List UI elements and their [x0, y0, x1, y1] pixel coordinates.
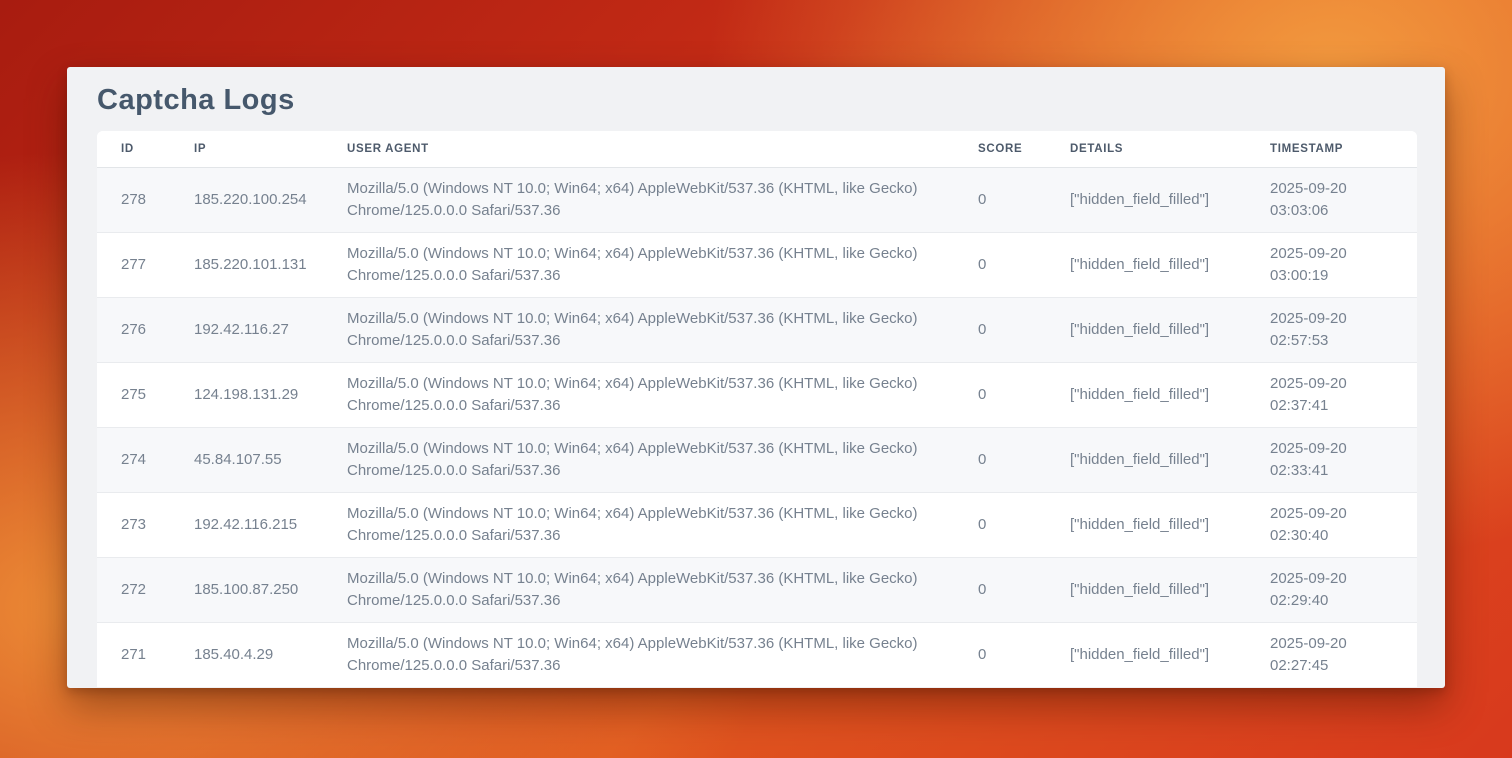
cell-user_agent: Mozilla/5.0 (Windows NT 10.0; Win64; x64…	[347, 557, 978, 622]
cell-id: 272	[97, 557, 194, 622]
cell-ip: 124.198.131.29	[194, 362, 347, 427]
cell-ip: 185.220.100.254	[194, 167, 347, 232]
cell-timestamp: 2025-09-20 02:37:41	[1270, 362, 1417, 427]
cell-details: ["hidden_field_filled"]	[1070, 622, 1270, 687]
cell-timestamp: 2025-09-20 02:30:40	[1270, 492, 1417, 557]
cell-score: 0	[978, 622, 1070, 687]
cell-timestamp: 2025-09-20 02:29:40	[1270, 557, 1417, 622]
cell-ip: 192.42.116.215	[194, 492, 347, 557]
cell-details: ["hidden_field_filled"]	[1070, 167, 1270, 232]
cell-timestamp: 2025-09-20 02:27:45	[1270, 622, 1417, 687]
table-header: IDIPUSER AGENTSCOREDETAILSTIMESTAMP	[97, 131, 1417, 167]
cell-id: 273	[97, 492, 194, 557]
cell-score: 0	[978, 362, 1070, 427]
cell-score: 0	[978, 492, 1070, 557]
cell-details: ["hidden_field_filled"]	[1070, 362, 1270, 427]
cell-user_agent: Mozilla/5.0 (Windows NT 10.0; Win64; x64…	[347, 492, 978, 557]
cell-id: 276	[97, 297, 194, 362]
table-row: 27445.84.107.55Mozilla/5.0 (Windows NT 1…	[97, 427, 1417, 492]
cell-id: 271	[97, 622, 194, 687]
cell-score: 0	[978, 557, 1070, 622]
cell-user_agent: Mozilla/5.0 (Windows NT 10.0; Win64; x64…	[347, 167, 978, 232]
table-row: 277185.220.101.131Mozilla/5.0 (Windows N…	[97, 232, 1417, 297]
cell-details: ["hidden_field_filled"]	[1070, 297, 1270, 362]
column-header-user_agent: USER AGENT	[347, 131, 978, 167]
table-row: 271185.40.4.29Mozilla/5.0 (Windows NT 10…	[97, 622, 1417, 687]
table-row: 273192.42.116.215Mozilla/5.0 (Windows NT…	[97, 492, 1417, 557]
table-row: 278185.220.100.254Mozilla/5.0 (Windows N…	[97, 167, 1417, 232]
column-header-ip: IP	[194, 131, 347, 167]
cell-ip: 192.42.116.27	[194, 297, 347, 362]
cell-user_agent: Mozilla/5.0 (Windows NT 10.0; Win64; x64…	[347, 232, 978, 297]
cell-timestamp: 2025-09-20 03:00:19	[1270, 232, 1417, 297]
column-header-details: DETAILS	[1070, 131, 1270, 167]
cell-score: 0	[978, 167, 1070, 232]
cell-id: 275	[97, 362, 194, 427]
cell-id: 274	[97, 427, 194, 492]
cell-user_agent: Mozilla/5.0 (Windows NT 10.0; Win64; x64…	[347, 427, 978, 492]
desktop-background: { "page": { "title": "Captcha Logs" }, "…	[0, 0, 1512, 758]
table-row: 272185.100.87.250Mozilla/5.0 (Windows NT…	[97, 557, 1417, 622]
table-row: 276192.42.116.27Mozilla/5.0 (Windows NT …	[97, 297, 1417, 362]
cell-id: 278	[97, 167, 194, 232]
page-title: Captcha Logs	[97, 81, 1417, 119]
captcha-logs-table: IDIPUSER AGENTSCOREDETAILSTIMESTAMP 2781…	[97, 131, 1417, 687]
cell-details: ["hidden_field_filled"]	[1070, 232, 1270, 297]
cell-user_agent: Mozilla/5.0 (Windows NT 10.0; Win64; x64…	[347, 622, 978, 687]
cell-timestamp: 2025-09-20 02:57:53	[1270, 297, 1417, 362]
captcha-logs-card: Captcha Logs IDIPUSER AGENTSCOREDETAILST…	[67, 67, 1445, 688]
cell-timestamp: 2025-09-20 03:03:06	[1270, 167, 1417, 232]
table-row: 275124.198.131.29Mozilla/5.0 (Windows NT…	[97, 362, 1417, 427]
cell-details: ["hidden_field_filled"]	[1070, 492, 1270, 557]
cell-user_agent: Mozilla/5.0 (Windows NT 10.0; Win64; x64…	[347, 362, 978, 427]
cell-score: 0	[978, 427, 1070, 492]
cell-id: 277	[97, 232, 194, 297]
captcha-logs-table-panel: IDIPUSER AGENTSCOREDETAILSTIMESTAMP 2781…	[97, 131, 1417, 687]
cell-details: ["hidden_field_filled"]	[1070, 557, 1270, 622]
column-header-timestamp: TIMESTAMP	[1270, 131, 1417, 167]
cell-user_agent: Mozilla/5.0 (Windows NT 10.0; Win64; x64…	[347, 297, 978, 362]
cell-ip: 185.100.87.250	[194, 557, 347, 622]
cell-score: 0	[978, 232, 1070, 297]
cell-ip: 45.84.107.55	[194, 427, 347, 492]
cell-details: ["hidden_field_filled"]	[1070, 427, 1270, 492]
cell-timestamp: 2025-09-20 02:33:41	[1270, 427, 1417, 492]
cell-ip: 185.40.4.29	[194, 622, 347, 687]
cell-score: 0	[978, 297, 1070, 362]
column-header-id: ID	[97, 131, 194, 167]
cell-ip: 185.220.101.131	[194, 232, 347, 297]
column-header-score: SCORE	[978, 131, 1070, 167]
